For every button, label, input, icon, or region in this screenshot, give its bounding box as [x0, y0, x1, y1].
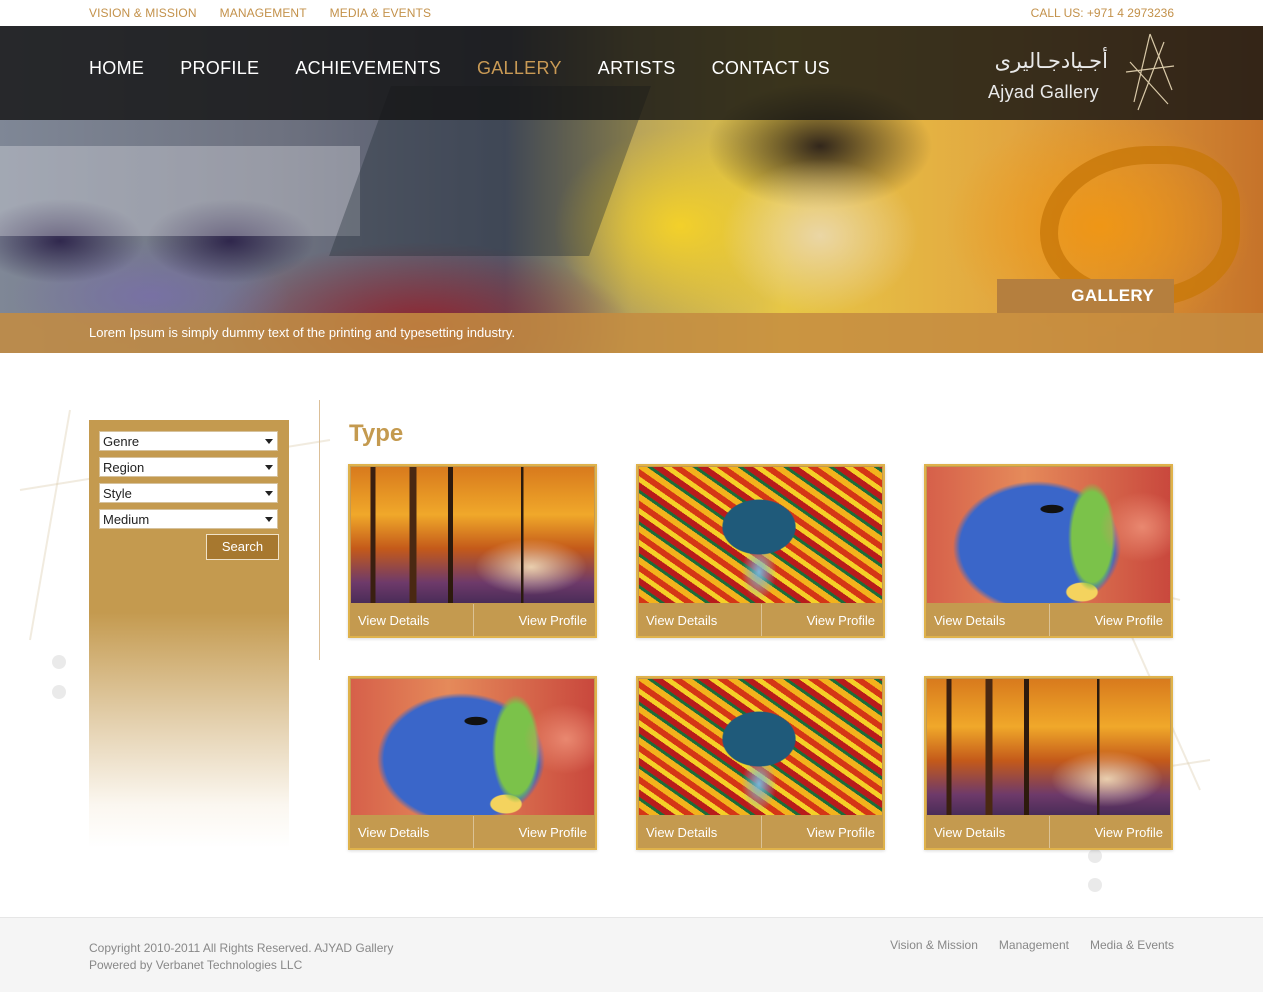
view-profile-link[interactable]: View Profile: [1095, 825, 1163, 840]
nav-gallery[interactable]: GALLERY: [477, 58, 562, 79]
region-select-value: Region: [103, 460, 145, 475]
card-actions: View Details View Profile: [350, 604, 595, 636]
card-action-divider: [1049, 816, 1050, 848]
gallery-card: View Details View Profile: [348, 676, 597, 850]
page-footer: Copyright 2010-2011 All Rights Reserved.…: [0, 917, 1263, 992]
site-logo[interactable]: أجـيادجـاليرى Ajyad Gallery: [985, 32, 1180, 116]
card-action-divider: [1049, 604, 1050, 636]
artwork-image[interactable]: [639, 679, 882, 815]
search-button[interactable]: Search: [206, 534, 279, 560]
footer-link-vision-mission[interactable]: Vision & Mission: [890, 938, 978, 952]
view-details-link[interactable]: View Details: [646, 613, 717, 628]
footer-link-management[interactable]: Management: [999, 938, 1069, 952]
artwork-image[interactable]: [639, 467, 882, 603]
chevron-down-icon: [265, 491, 273, 496]
card-action-divider: [473, 604, 474, 636]
artwork-image[interactable]: [927, 679, 1170, 815]
nav-profile[interactable]: PROFILE: [180, 58, 259, 79]
footer-copyright-block: Copyright 2010-2011 All Rights Reserved.…: [89, 940, 393, 974]
medium-select[interactable]: Medium: [99, 509, 278, 529]
gallery-card: View Details View Profile: [348, 464, 597, 638]
card-action-divider: [473, 816, 474, 848]
view-details-link[interactable]: View Details: [934, 825, 1005, 840]
style-select-value: Style: [103, 486, 132, 501]
content-divider: [319, 400, 320, 660]
genre-select[interactable]: Genre: [99, 431, 278, 451]
chevron-down-icon: [265, 517, 273, 522]
phone-number: CALL US: +971 4 2973236: [1030, 6, 1174, 20]
medium-select-value: Medium: [103, 512, 150, 527]
hero-caption: Lorem Ipsum is simply dummy text of the …: [89, 325, 516, 340]
card-action-divider: [761, 816, 762, 848]
view-details-link[interactable]: View Details: [646, 825, 717, 840]
logo-english-text: Ajyad Gallery: [988, 82, 1099, 102]
filter-sidebar: Genre Region Style Medium Search: [89, 420, 289, 848]
utility-link-media-events[interactable]: MEDIA & EVENTS: [330, 6, 431, 20]
hero-banner: HOME PROFILE ACHIEVEMENTS GALLERY ARTIST…: [0, 26, 1263, 353]
view-profile-link[interactable]: View Profile: [807, 825, 875, 840]
view-profile-link[interactable]: View Profile: [519, 825, 587, 840]
nav-contact-us[interactable]: CONTACT US: [712, 58, 830, 79]
gallery-card: View Details View Profile: [636, 676, 885, 850]
main-navbar: HOME PROFILE ACHIEVEMENTS GALLERY ARTIST…: [0, 26, 1263, 120]
card-actions: View Details View Profile: [926, 816, 1171, 848]
view-details-link[interactable]: View Details: [358, 825, 429, 840]
utility-bar: VISION & MISSION MANAGEMENT MEDIA & EVEN…: [0, 0, 1263, 26]
card-actions: View Details View Profile: [638, 816, 883, 848]
footer-links: Vision & Mission Management Media & Even…: [890, 938, 1174, 952]
view-profile-link[interactable]: View Profile: [1095, 613, 1163, 628]
chevron-down-icon: [265, 439, 273, 444]
artwork-image[interactable]: [927, 467, 1170, 603]
copyright-text: Copyright 2010-2011 All Rights Reserved.…: [89, 941, 394, 955]
utility-links: VISION & MISSION MANAGEMENT MEDIA & EVEN…: [89, 6, 431, 20]
view-profile-link[interactable]: View Profile: [807, 613, 875, 628]
gallery-card: View Details View Profile: [924, 676, 1173, 850]
hero-artwork-stroke: [0, 146, 360, 236]
card-actions: View Details View Profile: [638, 604, 883, 636]
nav-home[interactable]: HOME: [89, 58, 144, 79]
utility-link-management[interactable]: MANAGEMENT: [220, 6, 307, 20]
powered-by-text: Powered by Verbanet Technologies LLC: [89, 958, 303, 972]
logo-star-icon: [1125, 33, 1175, 111]
gallery-card: View Details View Profile: [636, 464, 885, 638]
utility-link-vision-mission[interactable]: VISION & MISSION: [89, 6, 197, 20]
chevron-down-icon: [265, 465, 273, 470]
footer-link-media-events[interactable]: Media & Events: [1090, 938, 1174, 952]
view-details-link[interactable]: View Details: [934, 613, 1005, 628]
card-action-divider: [761, 604, 762, 636]
section-tag: GALLERY: [997, 279, 1174, 313]
genre-select-value: Genre: [103, 434, 140, 449]
hero-caption-bar: Lorem Ipsum is simply dummy text of the …: [0, 313, 1263, 353]
artwork-image[interactable]: [351, 679, 594, 815]
main-nav: HOME PROFILE ACHIEVEMENTS GALLERY ARTIST…: [89, 58, 830, 79]
style-select[interactable]: Style: [99, 483, 278, 503]
card-actions: View Details View Profile: [350, 816, 595, 848]
section-title: Type: [349, 420, 404, 447]
gallery-card: View Details View Profile: [924, 464, 1173, 638]
view-profile-link[interactable]: View Profile: [519, 613, 587, 628]
nav-artists[interactable]: ARTISTS: [598, 58, 676, 79]
logo-arabic-text: أجـيادجـاليرى: [994, 49, 1108, 73]
view-details-link[interactable]: View Details: [358, 613, 429, 628]
artwork-image[interactable]: [351, 467, 594, 603]
region-select[interactable]: Region: [99, 457, 278, 477]
card-actions: View Details View Profile: [926, 604, 1171, 636]
nav-achievements[interactable]: ACHIEVEMENTS: [295, 58, 441, 79]
